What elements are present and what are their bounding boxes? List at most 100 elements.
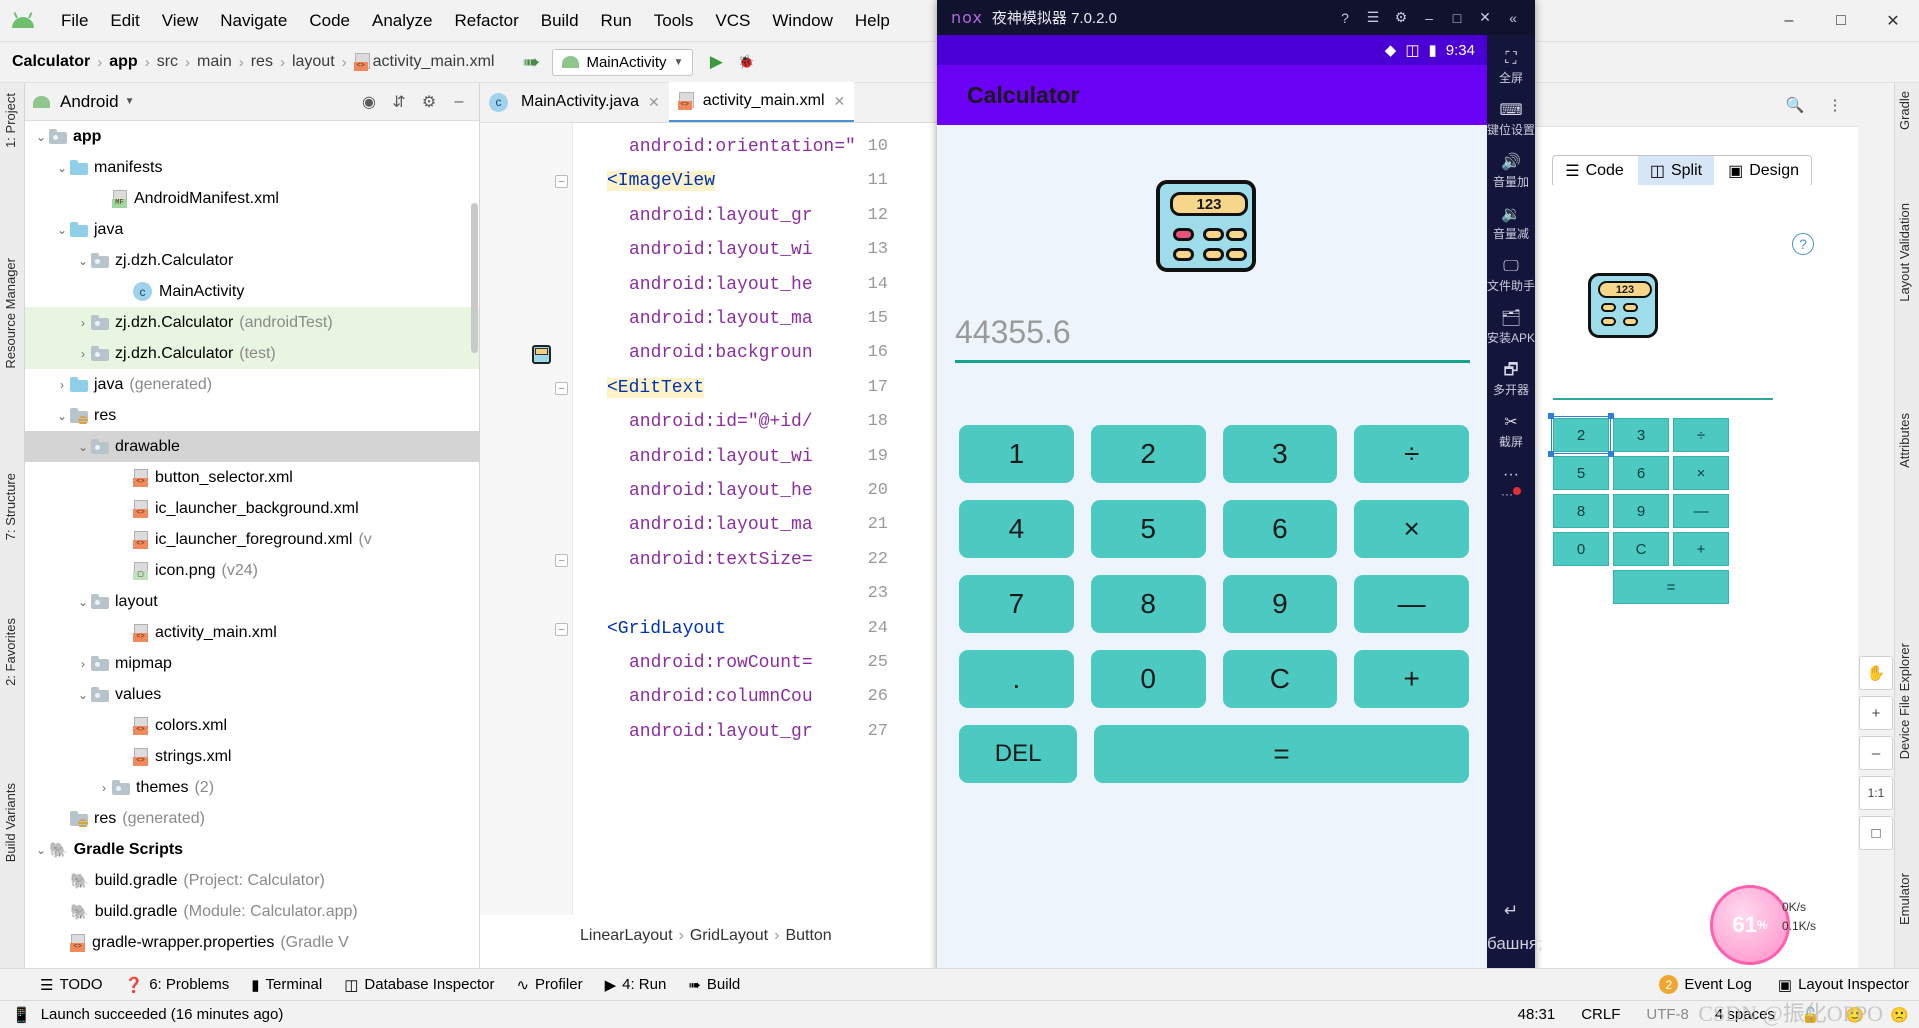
menu-edit[interactable]: Edit [99,7,150,35]
code-fold-toggle[interactable]: – [555,381,568,395]
run-button[interactable]: ▶ [701,48,731,76]
calc-key-4[interactable]: 4 [959,500,1074,558]
tree-row[interactable]: res (generated) [25,803,479,834]
pan-hand-icon[interactable]: ✋ [1859,656,1893,690]
tree-row[interactable]: ⌄ manifests [25,152,479,183]
menu-navigate[interactable]: Navigate [209,7,298,35]
tree-row[interactable]: ⌄ app [25,121,479,152]
code-line[interactable]: <GridLayout [607,619,726,639]
emulator-sidebar-volume-down[interactable]: 🔉 音量减 [1487,205,1535,242]
menu-analyze[interactable]: Analyze [361,7,443,35]
tool-window-terminal[interactable]: ▮ Terminal [251,976,322,994]
tree-row[interactable]: ⌄ 🐘 Gradle Scripts [25,834,479,865]
code-line[interactable]: android:orientation=" [629,137,856,157]
tool-button-project[interactable]: 1: Project [3,93,18,148]
minimize-icon[interactable]: – [1415,0,1443,35]
chevron-down-icon[interactable]: ⌄ [75,688,91,702]
calc-key-3[interactable]: 3 [1222,425,1338,483]
more-icon[interactable]: ⋮ [1822,92,1848,118]
menu-run[interactable]: Run [590,7,643,35]
code-line[interactable]: android:layout_gr [629,206,813,226]
preview-key[interactable]: 5 [1553,456,1609,490]
tool-button-resource-manager[interactable]: Resource Manager [3,258,18,369]
code-line[interactable]: android:columnCou [629,687,813,707]
view-mode-split[interactable]: ◫ Split [1637,156,1715,186]
tool-button-layout-validation[interactable]: Layout Validation [1897,203,1912,302]
back-icon[interactable]: ↵ [1487,901,1535,921]
code-fold-toggle[interactable]: – [555,553,568,567]
calc-key-9[interactable]: 9 [1222,575,1338,633]
calc-key-2[interactable]: 2 [1090,425,1206,483]
code-fold-toggle[interactable]: – [555,175,568,189]
preview-key[interactable]: 9 [1613,494,1669,528]
code-editor[interactable]: 10 11–12 13 14 15 16 17–18 19 20 21 22–23 24–25 26 27… [480,123,938,949]
tree-row[interactable]: › themes (2) [25,772,479,803]
menu-icon[interactable]: ☰ [1359,0,1387,35]
tab-mainactivity-java[interactable]: c MainActivity.java ✕ [480,82,669,122]
tool-button-device-file-explorer[interactable]: Device File Explorer [1897,643,1912,759]
breadcrumb-project[interactable]: Calculator [12,53,90,71]
zoom-out-icon[interactable]: – [1859,736,1893,770]
calc-key-6[interactable]: 6 [1222,500,1338,558]
preview-key[interactable]: C [1613,532,1669,566]
calc-key-1[interactable]: 1 [959,425,1074,483]
view-mode-code[interactable]: ☰ Code [1553,156,1636,186]
emulator-sidebar-keymap[interactable]: ⌨ 键位设置 [1487,101,1535,138]
code-lines[interactable]: android:orientation=" <ImageView android:l… [573,123,938,949]
calc-key-divide[interactable]: ÷ [1354,425,1469,483]
chevron-down-icon[interactable]: ⌄ [33,130,49,144]
code-line[interactable]: <EditText [607,377,705,398]
tool-window-profiler[interactable]: ∿ Profiler [516,976,582,994]
chevron-down-icon[interactable]: ⌄ [54,409,70,423]
zoom-fit-icon[interactable]: □ [1859,816,1893,850]
lock-icon[interactable]: 🔓 [1801,1006,1820,1024]
file-encoding[interactable]: UTF-8 [1646,1006,1689,1023]
preview-key[interactable]: ÷ [1673,418,1729,452]
breadcrumb-layout[interactable]: layout [292,53,335,71]
code-line[interactable]: <ImageView [607,171,716,192]
chevron-right-icon[interactable]: › [75,657,91,671]
tree-row[interactable]: <> gradle-wrapper.properties (Gradle V [25,927,479,958]
menu-vcs[interactable]: VCS [704,7,761,35]
code-line[interactable]: android:textSize= [629,550,813,570]
search-icon[interactable]: 🔍 [1782,92,1808,118]
breadcrumb-main[interactable]: main [197,53,232,71]
close-icon[interactable]: ✕ [834,93,846,110]
zoom-actual-icon[interactable]: 1:1 [1859,776,1893,810]
chevron-down-icon[interactable]: ⌄ [33,843,49,857]
chevron-down-icon[interactable]: ▼ [125,96,135,107]
close-icon[interactable]: ✕ [648,94,660,111]
preview-resize-handle[interactable] [1608,413,1614,419]
preview-key[interactable]: 6 [1613,456,1669,490]
tree-row[interactable]: ▢ icon.png (v24) [25,555,479,586]
preview-resize-handle[interactable] [1548,451,1554,457]
preview-resize-handle[interactable] [1608,451,1614,457]
run-configuration-selector[interactable]: MainActivity ▼ [552,48,694,76]
hide-icon[interactable]: – [447,90,471,114]
code-line[interactable]: android:layout_wi [629,240,813,260]
chevron-down-icon[interactable]: ⌄ [54,161,70,175]
calc-key-0[interactable]: 0 [1090,650,1206,708]
editor-breadcrumb-linearlayout[interactable]: LinearLayout [580,927,673,945]
code-line[interactable]: android:rowCount= [629,653,813,673]
preview-key[interactable]: 0 [1553,532,1609,566]
code-line[interactable]: android:layout_he [629,275,813,295]
preview-key[interactable]: — [1673,494,1729,528]
tree-row[interactable]: 🐘 build.gradle (Module: Calculator.app) [25,896,479,927]
code-line[interactable]: android:layout_wi [629,447,813,467]
indent-setting[interactable]: 4 spaces [1715,1006,1775,1023]
tree-row[interactable]: › java (generated) [25,369,479,400]
calc-key-equals[interactable]: = [1094,725,1469,783]
tree-row[interactable]: › zj.dzh.Calculator (androidTest) [25,307,479,338]
calc-key-delete[interactable]: DEL [959,725,1078,783]
tool-window-build[interactable]: ➠ Build [688,976,740,994]
collapse-sidebar-icon[interactable]: « [1499,0,1527,35]
menu-view[interactable]: View [151,7,210,35]
menu-tools[interactable]: Tools [643,7,705,35]
tree-row[interactable]: <> button_selector.xml [25,462,479,493]
tree-row[interactable]: › zj.dzh.Calculator (test) [25,338,479,369]
menu-help[interactable]: Help [844,7,901,35]
tree-row[interactable]: <> activity_main.xml [25,617,479,648]
menu-code[interactable]: Code [298,7,361,35]
close-button[interactable]: ✕ [1867,11,1919,31]
